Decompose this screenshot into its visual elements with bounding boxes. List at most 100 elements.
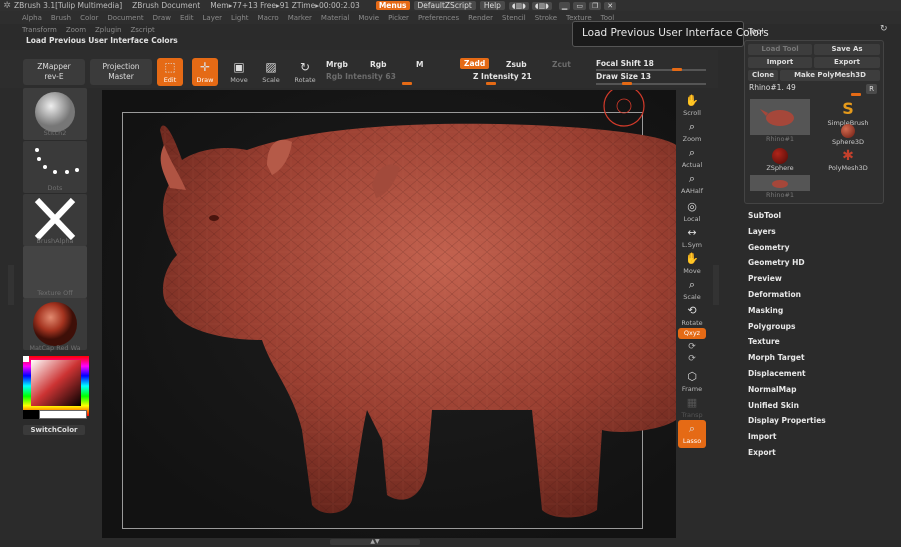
menu-normalmap[interactable]: NormalMap <box>748 382 888 398</box>
layout-left-icon[interactable]: ◖▥◗ <box>508 1 529 10</box>
menu-item-material[interactable]: Material <box>321 14 349 22</box>
tool-item-sphere3d[interactable]: Sphere3D <box>817 124 879 146</box>
layout-right-icon[interactable]: ◖▥◗ <box>531 1 552 10</box>
left-panel-grip[interactable] <box>8 265 14 305</box>
menu-layers[interactable]: Layers <box>748 224 888 240</box>
menu-item-layer[interactable]: Layer <box>203 14 223 22</box>
menu-item-color[interactable]: Color <box>80 14 98 22</box>
menu-display-properties[interactable]: Display Properties <box>748 413 888 429</box>
aahalf-button[interactable]: ⌕ AAHalf <box>678 170 706 198</box>
secondary-color-swatch[interactable] <box>39 410 87 419</box>
lsym-button[interactable]: ↔ L.Sym <box>678 224 706 252</box>
right-panel-grip[interactable] <box>713 265 719 305</box>
z-intensity-handle[interactable] <box>486 82 496 85</box>
edit-button[interactable]: ⬚ Edit <box>157 58 183 86</box>
menu-item-movie[interactable]: Movie <box>358 14 379 22</box>
tool-item-rhino[interactable]: Rhino#1 <box>749 99 811 143</box>
actual-button[interactable]: ⌕ Actual <box>678 144 706 172</box>
scale-view-button[interactable]: ⌕ Scale <box>678 276 706 304</box>
import-button[interactable]: Import <box>748 57 812 68</box>
menu-morph-target[interactable]: Morph Target <box>748 350 888 366</box>
draw-size-handle[interactable] <box>622 82 632 85</box>
zmapper-button[interactable]: ZMapper rev-E <box>23 59 85 85</box>
draw-button[interactable]: ✛ Draw <box>192 58 218 86</box>
current-tool-slider-handle[interactable] <box>851 93 861 96</box>
menu-deformation[interactable]: Deformation <box>748 287 888 303</box>
focal-shift-handle[interactable] <box>672 68 682 71</box>
menu-geometry-hd[interactable]: Geometry HD <box>748 255 888 271</box>
current-tool-slider[interactable]: Rhino#1. 49 <box>749 83 865 94</box>
qxyz-button[interactable]: Qxyz <box>678 328 706 339</box>
menu-preview[interactable]: Preview <box>748 271 888 287</box>
menu-item-macro[interactable]: Macro <box>258 14 279 22</box>
menu-item-picker[interactable]: Picker <box>388 14 409 22</box>
close-icon[interactable]: ✕ <box>604 1 617 10</box>
menu-item-zscript[interactable]: Zscript <box>130 26 154 34</box>
menu-item-render[interactable]: Render <box>468 14 493 22</box>
menu-item-transform[interactable]: Transform <box>22 26 57 34</box>
scroll-button[interactable]: ✋ Scroll <box>678 92 706 120</box>
frame-button[interactable]: ⬡ Frame <box>678 368 706 396</box>
refresh-icon[interactable]: ↻ <box>880 24 888 34</box>
menu-item-brush[interactable]: Brush <box>51 14 71 22</box>
rgb-toggle[interactable]: Rgb <box>370 60 387 69</box>
menu-geometry[interactable]: Geometry <box>748 240 888 256</box>
menu-item-preferences[interactable]: Preferences <box>418 14 459 22</box>
help-button[interactable]: Help <box>479 1 505 10</box>
canvas-viewport[interactable] <box>102 90 676 538</box>
default-zscript-button[interactable]: DefaultZScript <box>413 1 476 10</box>
menus-button[interactable]: Menus <box>375 1 410 10</box>
rotate-view-button[interactable]: ⟲ Rotate <box>678 302 706 330</box>
menu-masking[interactable]: Masking <box>748 303 888 319</box>
primary-color-swatch[interactable] <box>23 410 39 419</box>
rotate-axis-z-icon[interactable]: ⟳ <box>678 354 706 364</box>
menu-item-marker[interactable]: Marker <box>288 14 312 22</box>
zcut-toggle[interactable]: Zcut <box>552 60 571 69</box>
rotate-axis-y-icon[interactable]: ⟳ <box>678 342 706 352</box>
mrgb-toggle[interactable]: Mrgb <box>326 60 348 69</box>
make-polymesh-button[interactable]: Make PolyMesh3D <box>780 70 880 81</box>
tool-item-simplebrush[interactable]: S SimpleBrush <box>817 99 879 127</box>
material-thumbnail[interactable] <box>23 298 87 350</box>
menu-item-edit[interactable]: Edit <box>180 14 194 22</box>
rgb-intensity-slider[interactable]: Rgb Intensity 63 <box>326 72 396 81</box>
projection-master-button[interactable]: Projection Master <box>90 59 152 85</box>
scale-button[interactable]: ▨ Scale <box>258 58 284 86</box>
lasso-button[interactable]: ⌕ Lasso <box>678 420 706 448</box>
menu-item-stroke[interactable]: Stroke <box>535 14 557 22</box>
export-button[interactable]: Export <box>814 57 880 68</box>
transp-button[interactable]: ▦ Transp <box>678 394 706 422</box>
switch-color-button[interactable]: SwitchColor <box>23 425 85 435</box>
menu-item-document[interactable]: Document <box>107 14 143 22</box>
menu-item-alpha[interactable]: Alpha <box>22 14 42 22</box>
menu-item-zplugin[interactable]: Zplugin <box>95 26 121 34</box>
bottom-panel-grip[interactable]: ▲▼ <box>330 539 420 545</box>
rhino-model[interactable] <box>102 90 676 538</box>
menu-displacement[interactable]: Displacement <box>748 366 888 382</box>
r-button[interactable]: R <box>866 84 877 94</box>
tool-item-polymesh3d[interactable]: ✱ PolyMesh3D <box>817 148 879 172</box>
zadd-toggle[interactable]: Zadd <box>460 58 490 69</box>
z-intensity-slider[interactable]: Z Intensity 21 <box>473 72 532 81</box>
maximize-icon[interactable]: ▭ <box>573 1 586 10</box>
m-toggle[interactable]: M <box>416 60 423 69</box>
tool-item-zsphere[interactable]: ZSphere <box>749 148 811 172</box>
minimize-icon[interactable]: ▁ <box>558 1 571 10</box>
draw-size-slider[interactable]: Draw Size 13 <box>596 72 651 81</box>
focal-shift-slider[interactable]: Focal Shift 18 <box>596 59 654 68</box>
zsub-toggle[interactable]: Zsub <box>506 60 527 69</box>
rotate-button[interactable]: ↻ Rotate <box>292 58 318 86</box>
tool-item-rhino-2[interactable]: Rhino#1 <box>749 175 811 199</box>
menu-item-stencil[interactable]: Stencil <box>502 14 526 22</box>
menu-texture[interactable]: Texture <box>748 334 888 350</box>
load-tool-button[interactable]: Load Tool <box>748 44 812 55</box>
rgb-intensity-handle[interactable] <box>402 82 412 85</box>
local-button[interactable]: ◎ Local <box>678 198 706 226</box>
save-as-button[interactable]: Save As <box>814 44 880 55</box>
menu-item-zoom[interactable]: Zoom <box>66 26 86 34</box>
menu-polygroups[interactable]: Polygroups <box>748 319 888 335</box>
menu-unified-skin[interactable]: Unified Skin <box>748 398 888 414</box>
color-picker[interactable] <box>23 356 89 416</box>
menu-import[interactable]: Import <box>748 429 888 445</box>
clone-button[interactable]: Clone <box>748 70 778 81</box>
